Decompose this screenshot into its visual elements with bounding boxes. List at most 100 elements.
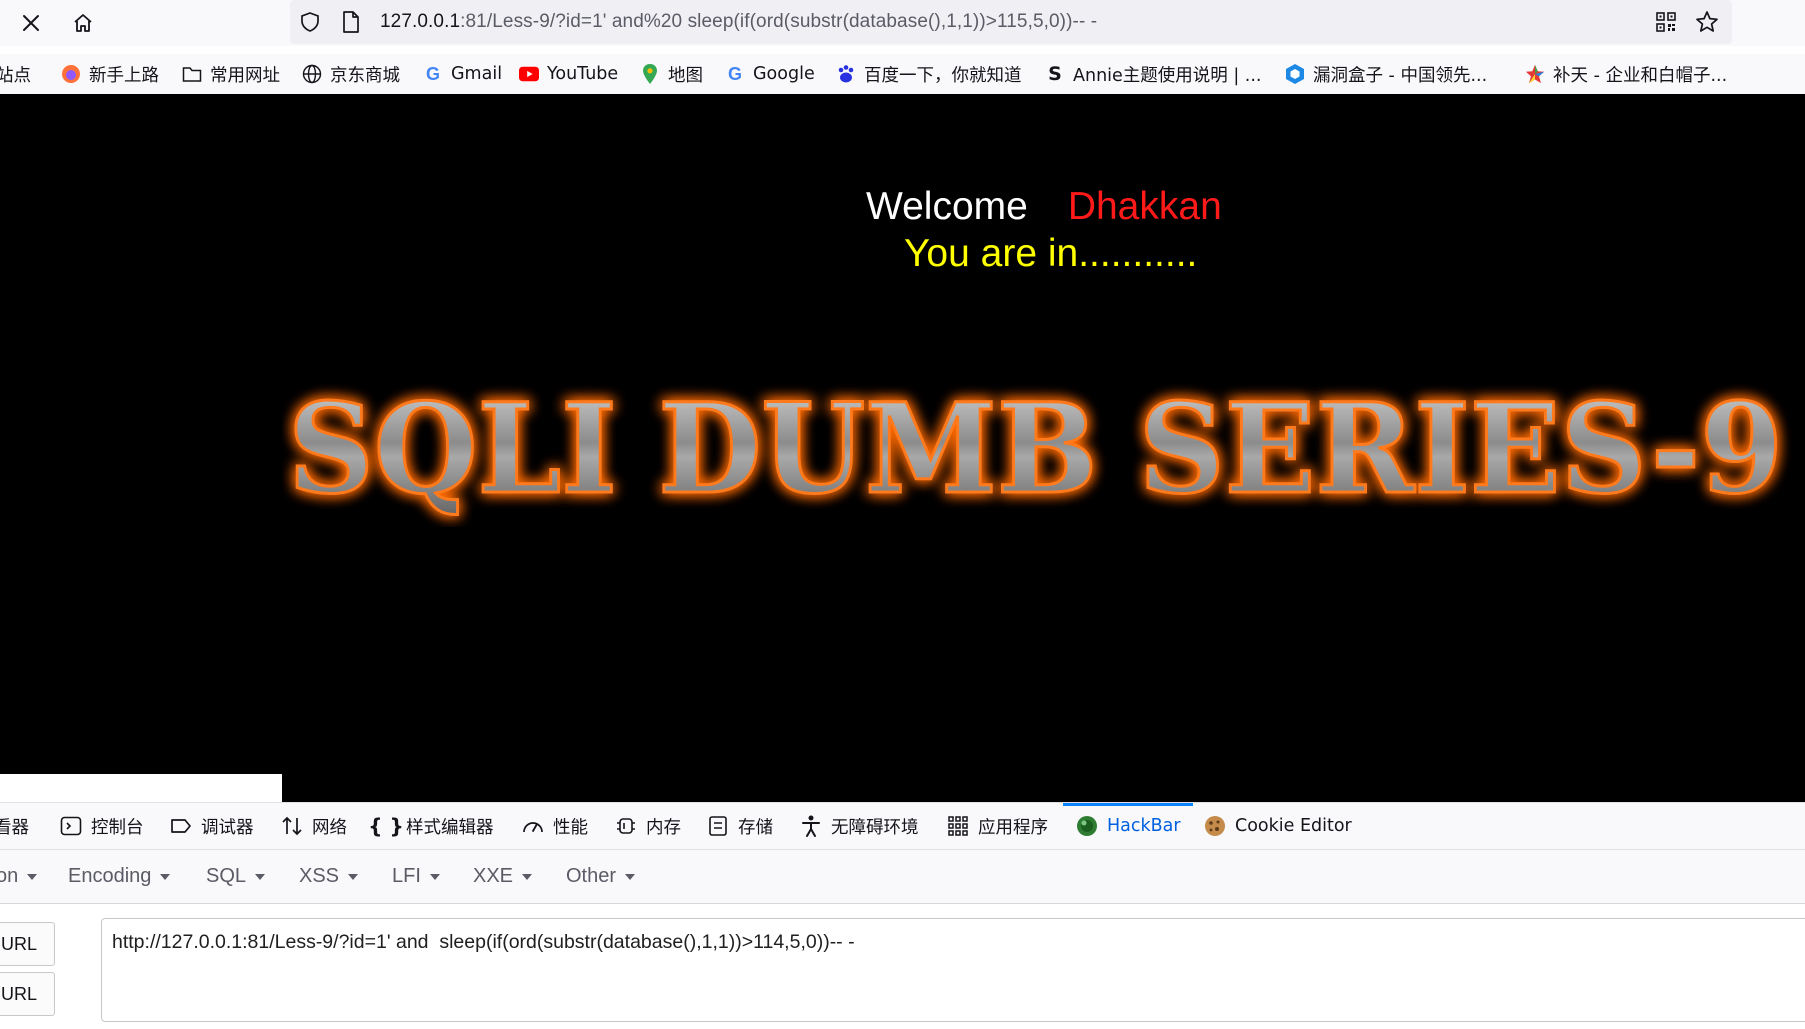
chevron-down-icon [625,873,636,880]
tab-performance[interactable]: 性能 [521,803,588,849]
bookmark-item[interactable]: 漏洞盒子 - 中国领先... [1285,62,1487,86]
console-icon [59,814,83,838]
button-label: URL [1,983,38,1004]
tab-application[interactable]: 应用程序 [946,803,1048,849]
series-banner: SQLI DUMB SERIES-9 [287,376,1785,524]
tab-debugger[interactable]: 调试器 [169,803,254,849]
hackbar-url-input[interactable]: http://127.0.0.1:81/Less-9/?id=1' and sl… [101,918,1805,1022]
chevron-down-icon [429,873,440,880]
close-icon[interactable] [15,7,47,39]
encoding-menu[interactable]: Encoding [68,865,171,888]
maps-icon [640,64,660,84]
tab-label: 看器 [0,817,29,838]
url-text[interactable]: 127.0.0.1:81/Less-9/?id=1' and%20 sleep(… [380,11,1097,33]
tab-memory[interactable]: 内存 [614,803,681,849]
tab-label: 存储 [738,817,773,838]
page-icon [340,10,362,39]
tab-label: 无障碍环境 [831,817,919,838]
annie-icon: S [1048,63,1062,85]
application-icon [946,814,970,838]
bookmarks-toolbar: 站点 新手上路 常用网址 京东商城 G Gmail YouTube 地图 G G… [0,54,1805,94]
bookmark-label: 站点 [0,65,31,86]
bookmark-star-icon[interactable] [1694,9,1720,40]
qr-code-icon[interactable] [1654,10,1678,39]
bookmark-item[interactable]: 京东商城 [302,62,400,86]
tab-inspector[interactable]: 看器 [0,803,29,849]
tab-label: 内存 [646,817,681,838]
chevron-down-icon [348,873,359,880]
bookmark-label: 地图 [668,65,703,86]
tab-network[interactable]: 网络 [280,803,347,849]
performance-icon [521,814,545,838]
bookmark-label: 京东商城 [330,65,400,86]
tab-label: 调试器 [201,817,254,838]
chevron-down-icon [255,873,266,880]
tab-label: 控制台 [91,817,144,838]
split-url-button[interactable]: URL [0,972,55,1016]
baidu-icon [836,64,856,84]
bookmark-item[interactable]: G Google [725,62,815,86]
hackbar-menu[interactable]: on [0,865,38,888]
xxe-menu[interactable]: XXE [473,865,533,888]
bookmark-item[interactable]: YouTube [519,62,618,86]
bookmark-label: Google [753,64,815,84]
bookmark-item[interactable]: 新手上路 [61,62,159,86]
shield-icon[interactable] [298,10,322,39]
page-bottom-strip [0,774,282,802]
bookmark-item[interactable]: 地图 [640,62,703,86]
chevron-down-icon [522,873,533,880]
bookmark-item[interactable]: 百度一下，你就知道 [836,62,1022,86]
login-message: You are in........... [904,232,1198,275]
bookmark-item[interactable]: 补天 - 企业和白帽子... [1525,62,1727,86]
sql-menu[interactable]: SQL [206,865,266,888]
tab-hackbar[interactable]: HackBar [1063,803,1193,849]
tab-style-editor[interactable]: { } 样式编辑器 [368,803,494,849]
banner-text: SQLI DUMB SERIES-9 [288,377,1783,522]
hackbar-toolbar: on Encoding SQL XSS LFI XXE Other [0,850,1805,904]
bookmark-item[interactable]: 常用网址 [182,62,280,86]
tab-storage[interactable]: 存储 [706,803,773,849]
xss-menu[interactable]: XSS [299,865,359,888]
bookmark-label: 新手上路 [89,65,159,86]
butian-icon [1525,64,1545,84]
lfi-menu[interactable]: LFI [392,865,440,888]
menu-label: SQL [206,865,247,887]
load-url-button[interactable]: URL [0,922,55,966]
chevron-down-icon [27,873,38,880]
bookmark-item[interactable]: 站点 [0,62,31,86]
tab-label: 应用程序 [978,817,1048,838]
memory-icon [614,814,638,838]
tab-console[interactable]: 控制台 [59,803,144,849]
globe-icon [302,64,322,84]
vulbox-icon [1285,64,1305,84]
bookmark-item[interactable]: G Gmail [423,62,502,86]
youtube-icon [519,64,539,84]
home-icon[interactable] [67,7,99,39]
chevron-down-icon [160,873,171,880]
address-bar[interactable]: 127.0.0.1:81/Less-9/?id=1' and%20 sleep(… [290,0,1732,44]
bookmark-item[interactable]: S Annie主题使用说明 | ... [1045,62,1262,86]
browser-toolbar: 127.0.0.1:81/Less-9/?id=1' and%20 sleep(… [0,0,1805,46]
tab-accessibility[interactable]: 无障碍环境 [799,803,919,849]
bookmark-label: Gmail [451,64,503,84]
welcome-line: Welcome Dhakkan [866,185,1222,229]
tab-cookie-editor[interactable]: Cookie Editor [1203,803,1352,849]
debugger-icon [169,814,193,838]
bookmark-label: 百度一下，你就知道 [864,65,1022,86]
tab-label: 网络 [312,817,347,838]
tab-label: 样式编辑器 [406,817,494,838]
style-editor-icon: { } [368,814,404,838]
welcome-text: Welcome [866,185,1028,228]
bookmark-label: Annie主题使用说明 | ... [1073,65,1262,86]
menu-label: on [0,865,19,887]
bookmark-label: 漏洞盒子 - 中国领先... [1313,65,1488,86]
folder-icon [182,64,202,84]
network-icon [280,814,304,838]
devtools-tabbar: 看器 控制台 调试器 网络 { } 样式编辑器 性能 内存 存储 无障碍环境 应… [0,802,1805,850]
tab-label: Cookie Editor [1235,816,1352,836]
page-content: Welcome Dhakkan You are in........... SQL… [0,94,1805,802]
bookmark-label: 补天 - 企业和白帽子... [1553,65,1728,86]
hackbar-body: URL URL http://127.0.0.1:81/Less-9/?id=1… [0,904,1805,1029]
username-text: Dhakkan [1067,185,1222,228]
other-menu[interactable]: Other [566,865,636,888]
